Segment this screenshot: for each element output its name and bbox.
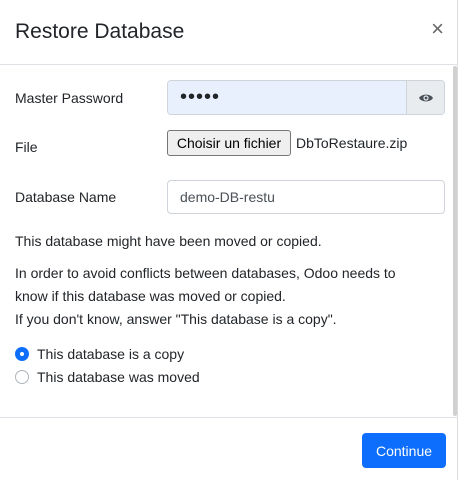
master-password-label: Master Password [15, 90, 124, 106]
dialog-header: Restore Database × [0, 0, 458, 65]
restore-database-dialog: Restore Database × Master Password •••••… [0, 0, 458, 480]
master-password-input[interactable]: ••••• [168, 81, 406, 114]
option-copy[interactable]: This database is a copy [15, 346, 184, 362]
continue-button[interactable]: Continue [362, 433, 446, 468]
dialog-title: Restore Database [15, 20, 185, 43]
option-moved-label: This database was moved [37, 369, 200, 385]
conflict-explanation-line-2: know if this database was moved or copie… [15, 288, 286, 304]
footer-divider [0, 417, 458, 418]
conflict-explanation-line-1: In order to avoid conflicts between data… [15, 265, 396, 281]
master-password-group: ••••• [167, 80, 445, 115]
radio-moved[interactable] [15, 370, 29, 384]
eye-icon[interactable] [406, 81, 444, 114]
moved-copied-notice: This database might have been moved or c… [15, 233, 322, 249]
scrollbar[interactable] [453, 66, 457, 416]
selected-file-name: DbToRestaure.zip [296, 135, 408, 151]
conflict-explanation-line-3: If you don't know, answer "This database… [15, 311, 337, 327]
option-moved[interactable]: This database was moved [15, 369, 200, 385]
choose-file-button[interactable]: Choisir un fichier [167, 130, 291, 156]
radio-copy[interactable] [15, 347, 29, 361]
database-name-input[interactable]: demo-DB-restu [167, 180, 445, 214]
close-icon[interactable]: × [431, 18, 444, 40]
file-label: File [15, 139, 38, 155]
option-copy-label: This database is a copy [37, 346, 185, 362]
database-name-label: Database Name [15, 189, 117, 205]
